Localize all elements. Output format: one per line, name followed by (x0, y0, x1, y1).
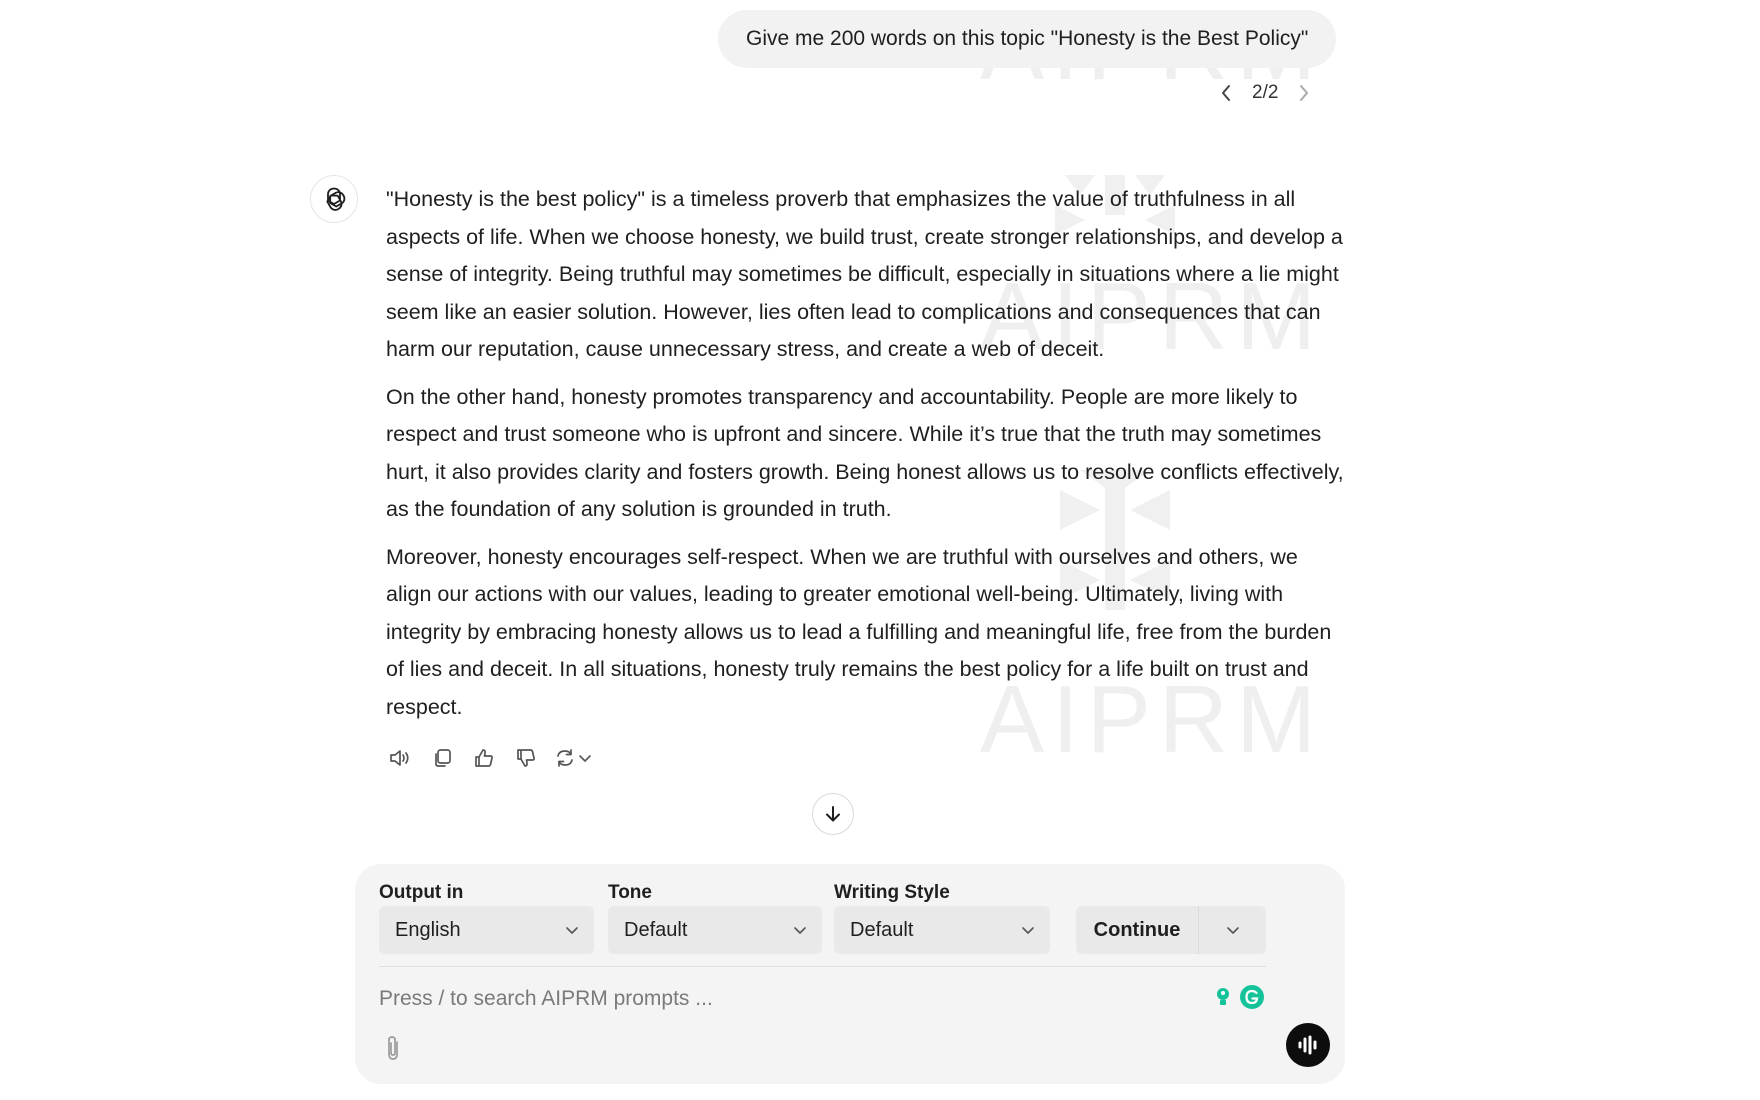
chevron-down-icon (579, 755, 591, 762)
paperclip-icon (388, 1036, 398, 1060)
regenerate-button[interactable] (554, 747, 592, 769)
writing-style-label: Writing Style (834, 882, 950, 903)
thumbs-up-icon (475, 749, 493, 767)
composer-divider (379, 966, 1266, 967)
bad-response-button[interactable] (512, 744, 540, 772)
chevron-down-icon (566, 927, 578, 934)
output-language-value: English (395, 918, 461, 941)
writing-style-select[interactable]: Default (834, 906, 1050, 954)
output-language-select[interactable]: English (379, 906, 594, 954)
output-language-label: Output in (379, 882, 464, 903)
assistant-paragraph: On the other hand, honesty promotes tran… (386, 384, 1344, 522)
assistant-paragraph: "Honesty is the best policy" is a timele… (386, 187, 1343, 361)
composer: Output in English Tone Default Writing S… (355, 864, 1345, 1084)
tone-label: Tone (608, 882, 652, 903)
writing-style-value: Default (850, 918, 914, 941)
continue-button[interactable]: Continue (1076, 906, 1199, 954)
user-message-bubble: Give me 200 words on this topic "Honesty… (718, 10, 1337, 68)
good-response-button[interactable] (470, 744, 498, 772)
assistant-paragraph: Moreover, honesty encourages self-respec… (386, 544, 1332, 719)
lightbulb-icon[interactable] (1211, 984, 1235, 1010)
next-response-button[interactable] (1294, 83, 1314, 103)
thumbs-down-icon (517, 749, 535, 767)
scroll-to-bottom-button[interactable] (812, 793, 854, 835)
continue-options-button[interactable] (1199, 906, 1266, 954)
voice-waveform-icon (1298, 1035, 1317, 1055)
copy-button[interactable] (428, 744, 456, 772)
previous-response-button[interactable] (1216, 83, 1236, 103)
tone-value: Default (624, 918, 688, 941)
read-aloud-icon (390, 750, 409, 766)
tone-select[interactable]: Default (608, 906, 822, 954)
arrow-down-icon (826, 806, 840, 822)
pager-count: 2/2 (1252, 82, 1279, 103)
attach-file-button[interactable] (377, 1032, 409, 1064)
assistant-avatar (310, 175, 358, 223)
chevron-down-icon (1022, 927, 1034, 934)
grammarly-icon[interactable] (1239, 984, 1265, 1010)
voice-mode-button[interactable] (1286, 1023, 1330, 1067)
chevron-down-icon (1226, 927, 1239, 934)
prompt-input[interactable] (379, 974, 1179, 1024)
chevron-right-icon (1300, 85, 1309, 101)
response-pager: 2/2 (1216, 78, 1314, 108)
read-aloud-button[interactable] (386, 744, 414, 772)
extension-icons (1211, 984, 1265, 1010)
message-actions (386, 744, 592, 772)
regenerate-icon (557, 749, 573, 767)
chevron-left-icon (1222, 85, 1230, 101)
copy-icon (435, 749, 451, 767)
continue-split-button: Continue (1076, 906, 1266, 954)
openai-logo-icon (326, 187, 346, 211)
chevron-down-icon (794, 927, 806, 934)
assistant-message: "Honesty is the best policy" is a timele… (386, 181, 1346, 736)
chat-page: AIPRM AIPRM AIPRM Give me 200 words on t… (0, 0, 1760, 1100)
